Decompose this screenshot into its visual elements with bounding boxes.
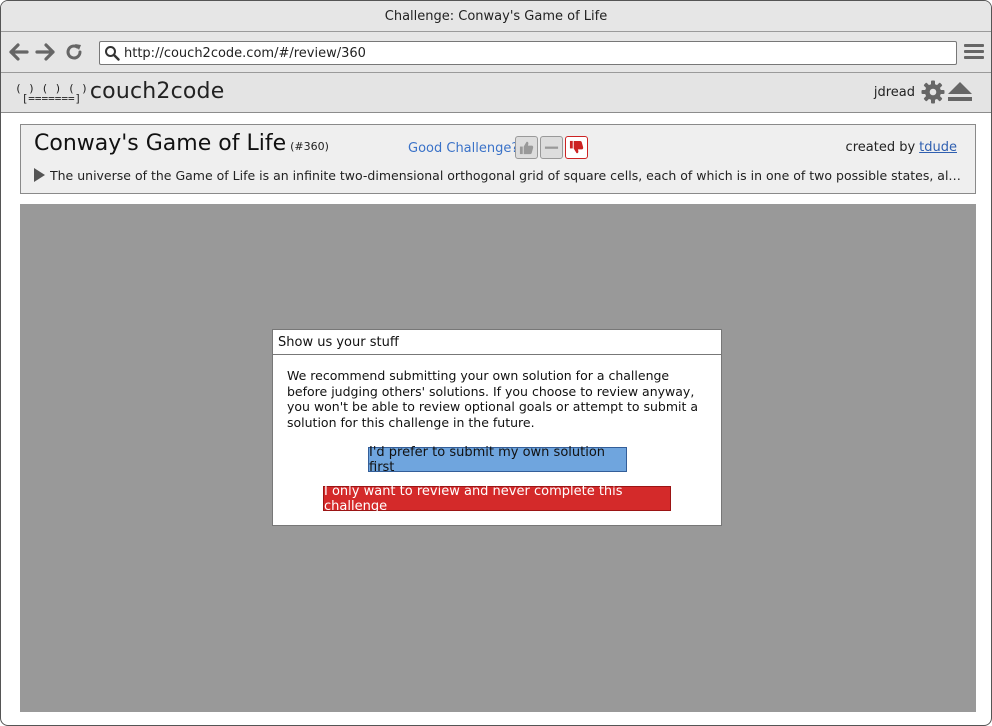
expand-triangle-icon[interactable] bbox=[34, 168, 45, 182]
good-challenge-label: Good Challenge? bbox=[408, 141, 519, 156]
app-header: ( ) ( ) ( ) [=======] couch2code jdread bbox=[1, 73, 991, 113]
window-title: Challenge: Conway's Game of Life bbox=[384, 8, 608, 24]
search-icon bbox=[100, 45, 124, 61]
logo-text: couch2code bbox=[89, 79, 225, 104]
reload-icon[interactable] bbox=[63, 41, 85, 63]
challenge-title: Conway's Game of Life (#360) bbox=[34, 131, 329, 156]
browser-window: Challenge: Conway's Game of Life http://… bbox=[0, 0, 992, 726]
window-titlebar: Challenge: Conway's Game of Life bbox=[1, 1, 991, 32]
submit-own-solution-button[interactable]: I'd prefer to submit my own solution fir… bbox=[368, 445, 627, 475]
gear-icon[interactable] bbox=[921, 80, 945, 108]
logo-mark: ( ) ( ) ( ) [=======] bbox=[15, 83, 88, 105]
thumbs-down-button[interactable] bbox=[565, 136, 588, 159]
modal-title: Show us your stuff bbox=[273, 330, 721, 355]
challenge-title-text: Conway's Game of Life bbox=[34, 131, 287, 156]
logout-eject-icon[interactable] bbox=[947, 81, 973, 107]
review-warning-modal: Show us your stuff We recommend submitti… bbox=[272, 329, 722, 526]
created-by-label: created by bbox=[845, 140, 916, 155]
review-only-button[interactable]: I only want to review and never complete… bbox=[323, 484, 671, 514]
address-bar[interactable]: http://couch2code.com/#/review/360 bbox=[99, 41, 957, 65]
author-link[interactable]: tdude bbox=[919, 140, 957, 155]
browser-navbar: http://couch2code.com/#/review/360 bbox=[1, 32, 991, 73]
thumbs-up-button[interactable] bbox=[515, 136, 538, 159]
username[interactable]: jdread bbox=[874, 85, 915, 100]
challenge-description: The universe of the Game of Life is an i… bbox=[34, 167, 964, 183]
thumbs-down-icon bbox=[569, 140, 584, 154]
vote-buttons bbox=[515, 136, 588, 159]
dash-icon bbox=[544, 146, 559, 149]
hamburger-menu-icon[interactable] bbox=[963, 41, 985, 63]
address-url: http://couch2code.com/#/review/360 bbox=[124, 45, 366, 61]
back-arrow-icon[interactable] bbox=[8, 41, 30, 63]
challenge-header: Conway's Game of Life (#360) Good Challen… bbox=[20, 124, 976, 194]
thumbs-up-icon bbox=[519, 141, 534, 155]
modal-message: We recommend submitting your own solutio… bbox=[287, 368, 699, 430]
neutral-vote-button[interactable] bbox=[540, 136, 563, 159]
logo-mark-bottom: [=======] bbox=[21, 92, 82, 105]
description-text: The universe of the Game of Life is an i… bbox=[50, 167, 964, 183]
challenge-id: (#360) bbox=[290, 140, 329, 153]
created-by: created by tdude bbox=[846, 140, 957, 155]
forward-arrow-icon[interactable] bbox=[34, 41, 56, 63]
logo[interactable]: ( ) ( ) ( ) [=======] couch2code bbox=[15, 79, 224, 104]
